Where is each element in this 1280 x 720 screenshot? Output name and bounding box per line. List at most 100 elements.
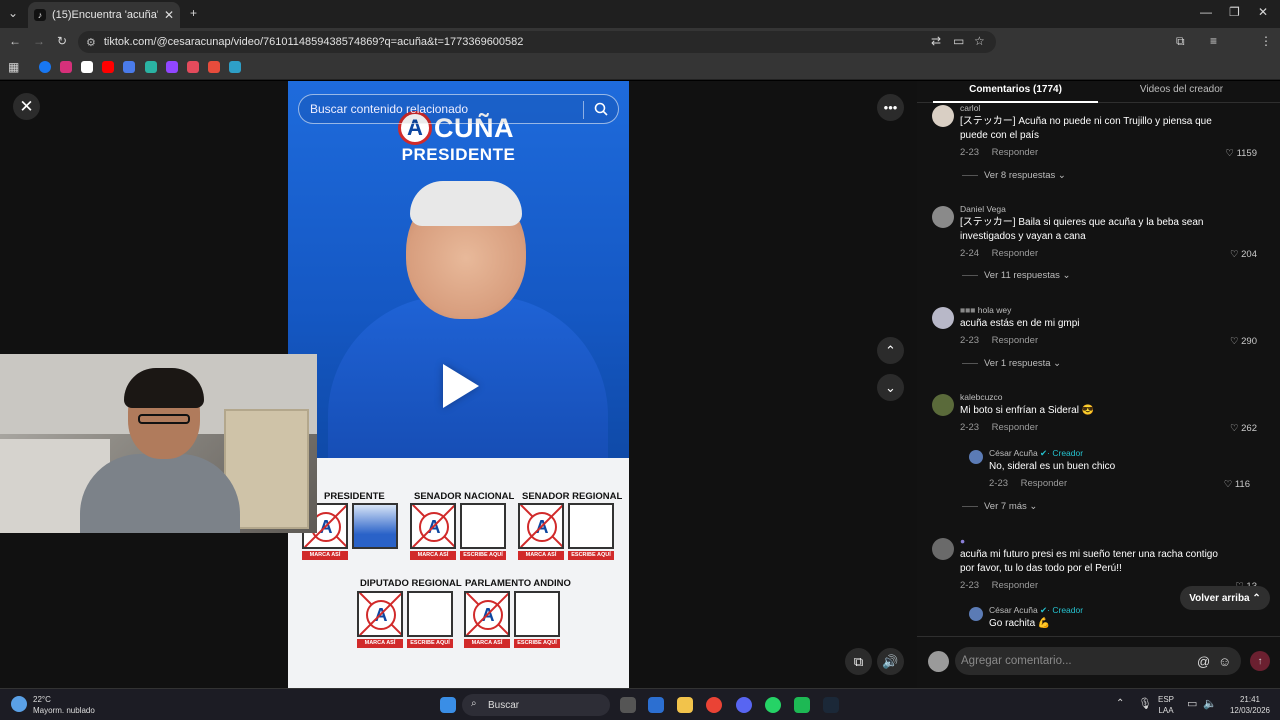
bookmark-icon[interactable] [229, 61, 241, 73]
previous-video-button[interactable]: ⌃ [877, 337, 904, 364]
comment-username[interactable]: Daniel Vega [960, 204, 1006, 214]
tab-search-icon[interactable]: ⌄ [8, 6, 18, 20]
facebook-icon[interactable] [39, 61, 51, 73]
comment-username[interactable]: carlol [960, 103, 980, 113]
view-more-link[interactable]: Ver 7 más ⌄ [962, 501, 1037, 512]
tab-title: (15)Encuentra 'acuña' en TikTo... [52, 9, 158, 21]
apps-grid-icon[interactable]: ▦ [8, 60, 19, 74]
avatar[interactable] [969, 450, 983, 464]
browser-tab[interactable]: ♪ (15)Encuentra 'acuña' en TikTo... ✕ [28, 2, 180, 28]
next-video-button[interactable]: ⌄ [877, 374, 904, 401]
store-icon[interactable] [648, 697, 664, 713]
file-explorer-icon[interactable] [677, 697, 693, 713]
weather-icon[interactable] [11, 696, 27, 712]
comment-meta: 2-23 Responder [960, 580, 1048, 591]
comment-username[interactable]: César Acuña ✔· Creador [989, 448, 1083, 459]
bookmark-icon[interactable] [187, 61, 199, 73]
reply-link[interactable]: Responder [992, 248, 1038, 259]
bookmark-star-icon[interactable]: ☆ [974, 34, 985, 48]
cast-icon[interactable]: ▭ [953, 34, 964, 48]
view-replies-link[interactable]: Ver 1 respuesta ⌄ [962, 358, 1061, 369]
like-count[interactable]: ♡ 204 [1230, 249, 1257, 260]
like-count[interactable]: ♡ 290 [1230, 336, 1257, 347]
close-video-button[interactable]: ✕ [13, 93, 40, 120]
microphone-icon[interactable]: 🎙 [1138, 697, 1152, 710]
twitch-icon[interactable] [166, 61, 178, 73]
mention-icon[interactable]: @ [1197, 654, 1210, 669]
reply-link[interactable]: Responder [992, 580, 1038, 591]
comment-text: acuña mi futuro presi es mi sueño tener … [960, 549, 1218, 574]
comment-username[interactable]: kalebcuzco [960, 392, 1003, 402]
reading-list-icon[interactable]: ≡ [1210, 34, 1217, 48]
view-replies-link[interactable]: Ver 11 respuestas ⌄ [962, 270, 1070, 281]
app-icon[interactable] [794, 697, 810, 713]
steam-icon[interactable] [823, 697, 839, 713]
like-count[interactable]: ♡ 116 [1224, 479, 1250, 490]
extensions-puzzle-icon[interactable]: ⧉ [1176, 34, 1185, 49]
avatar[interactable] [932, 206, 954, 228]
url-input[interactable]: ⚙ tiktok.com/@cesaracunap/video/76101148… [78, 31, 996, 53]
avatar[interactable] [932, 394, 954, 416]
comment-username[interactable]: ● [960, 536, 965, 546]
window-close-icon[interactable]: ✕ [1258, 5, 1268, 19]
pip-button[interactable]: ⧉ [845, 648, 872, 675]
reply-link[interactable]: Responder [992, 422, 1038, 433]
avatar[interactable] [932, 538, 954, 560]
new-tab-icon[interactable]: + [190, 6, 197, 20]
whatsapp-icon[interactable] [765, 697, 781, 713]
search-icon[interactable] [594, 102, 608, 116]
back-icon[interactable]: ← [9, 34, 21, 48]
volume-button[interactable]: 🔊 [877, 648, 904, 675]
volume-icon[interactable]: 🔈 [1203, 697, 1217, 710]
taskbar-search[interactable]: ⌕ Buscar [462, 694, 610, 716]
ballot-mark-box: A [464, 591, 510, 637]
heart-icon: ♡ [1229, 423, 1242, 434]
reply-link[interactable]: Responder [1021, 478, 1067, 489]
emoji-icon[interactable]: ☺ [1218, 654, 1231, 669]
tab-creator-videos[interactable]: Videos del creador [1099, 84, 1264, 95]
menu-icon[interactable]: ⋮ [1260, 34, 1272, 48]
like-count[interactable]: ♡ 1159 [1225, 148, 1257, 159]
youtube-icon[interactable] [102, 61, 114, 73]
minimize-icon[interactable]: — [1200, 5, 1212, 19]
back-to-top-button[interactable]: Volver arriba ⌃ [1180, 586, 1270, 610]
tab-close-icon[interactable]: ✕ [164, 8, 174, 22]
reply-link[interactable]: Responder [992, 147, 1038, 158]
task-view-icon[interactable] [620, 697, 636, 713]
chrome-icon[interactable] [706, 697, 722, 713]
escribe-aqui-tag: ESCRIBE AQUÍ [460, 551, 506, 560]
view-replies-link[interactable]: Ver 8 respuestas ⌄ [962, 170, 1066, 181]
instagram-icon[interactable] [60, 61, 72, 73]
avatar[interactable] [932, 307, 954, 329]
tray-chevron-icon[interactable]: ⌃ [1116, 698, 1124, 709]
more-options-button[interactable]: ••• [877, 94, 904, 121]
bookmark-icon[interactable] [145, 61, 157, 73]
translate-icon[interactable]: ⇄ [931, 34, 941, 48]
comment-username[interactable]: ■■■ hola wey [960, 305, 1011, 315]
discord-icon[interactable] [736, 697, 752, 713]
network-icon[interactable]: ▭ [1187, 697, 1197, 710]
site-info-icon[interactable]: ⚙ [86, 36, 96, 49]
clock[interactable]: 21:41 12/03/2026 [1228, 694, 1272, 716]
bookmark-icon[interactable] [208, 61, 220, 73]
forward-icon[interactable]: → [33, 34, 45, 48]
reply-link[interactable]: Responder [992, 335, 1038, 346]
tab-comments[interactable]: Comentarios (1774) [933, 84, 1098, 103]
start-icon[interactable] [440, 697, 456, 713]
send-button[interactable]: ↑ [1250, 651, 1270, 671]
webcam-overlay [0, 354, 317, 533]
restore-icon[interactable]: ❐ [1229, 5, 1240, 19]
avatar[interactable] [932, 105, 954, 127]
related-search-input[interactable]: Buscar contenido relacionado [298, 94, 619, 124]
reload-icon[interactable]: ↻ [57, 34, 67, 48]
weather-widget[interactable]: 22°C Mayorm. nublado [33, 694, 95, 716]
like-count[interactable]: ♡ 262 [1230, 423, 1257, 434]
bookmark-icon[interactable] [123, 61, 135, 73]
creator-badge: · Creador [1047, 605, 1084, 615]
comment-username[interactable]: César Acuña ✔· Creador [989, 605, 1083, 616]
language-indicator[interactable]: ESP LAA [1158, 694, 1174, 716]
x-icon[interactable] [81, 61, 93, 73]
avatar[interactable] [969, 607, 983, 621]
video-frame[interactable]: A CUÑA PRESIDENTE Buscar contenido relac… [288, 81, 629, 688]
play-icon[interactable] [443, 364, 479, 408]
